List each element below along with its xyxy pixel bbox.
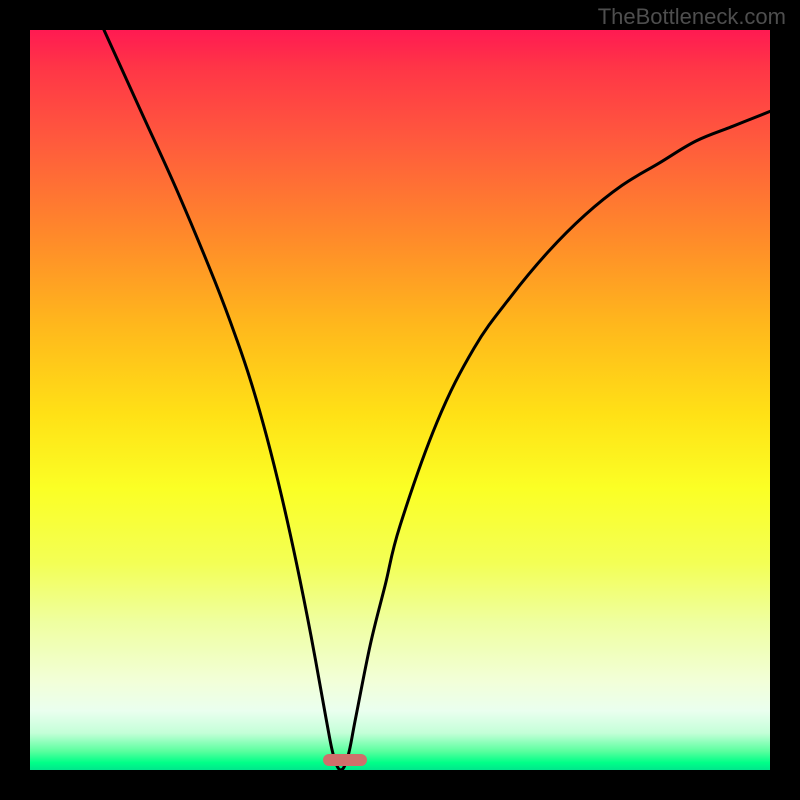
watermark-text: TheBottleneck.com bbox=[598, 4, 786, 30]
optimal-point-marker bbox=[323, 754, 367, 766]
chart-plot-area bbox=[30, 30, 770, 770]
bottleneck-curve bbox=[30, 30, 770, 770]
